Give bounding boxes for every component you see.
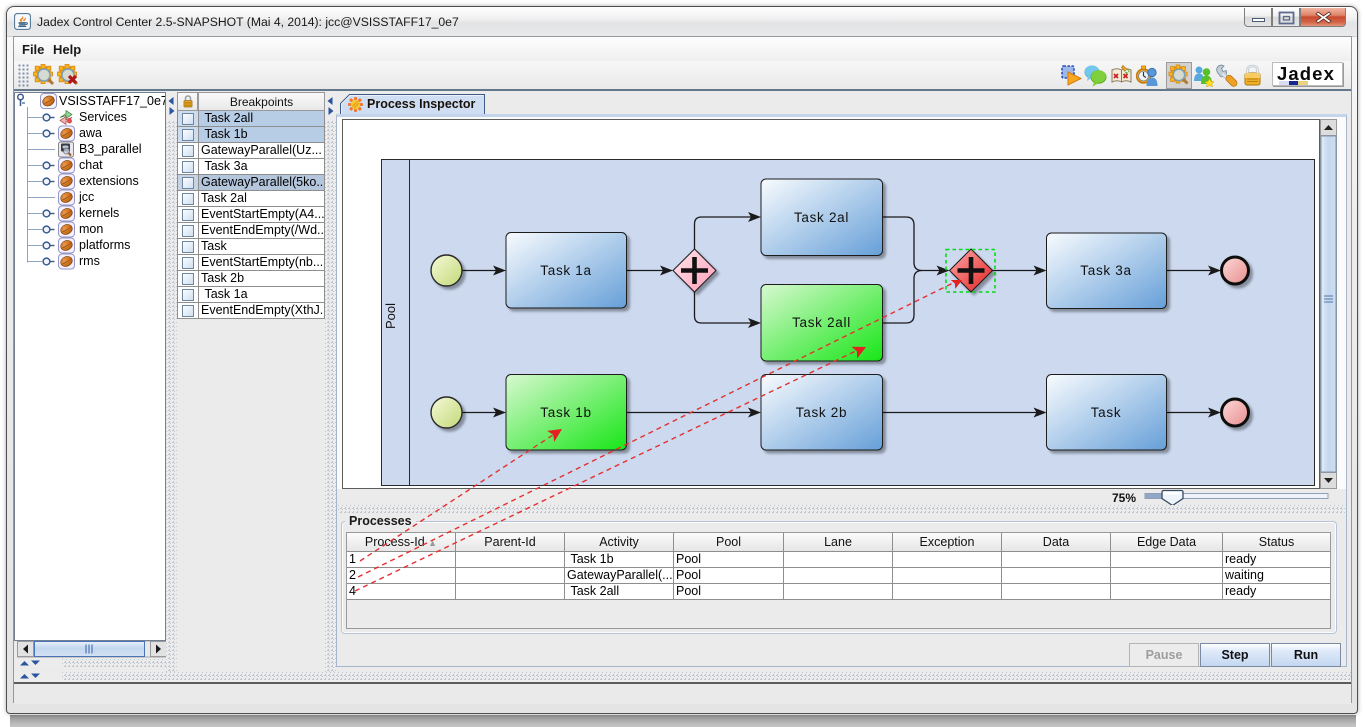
- svg-text:Task 2b: Task 2b: [796, 405, 847, 420]
- svg-text:Task 2all: Task 2all: [792, 315, 851, 330]
- svg-text:Pool: Pool: [383, 303, 398, 329]
- svg-text:Task: Task: [1091, 405, 1122, 420]
- svg-text:Task 3a: Task 3a: [1080, 263, 1131, 278]
- svg-text:Task 2al: Task 2al: [794, 210, 849, 225]
- svg-text:Task 1a: Task 1a: [540, 263, 591, 278]
- svg-text:Task 1b: Task 1b: [540, 405, 591, 420]
